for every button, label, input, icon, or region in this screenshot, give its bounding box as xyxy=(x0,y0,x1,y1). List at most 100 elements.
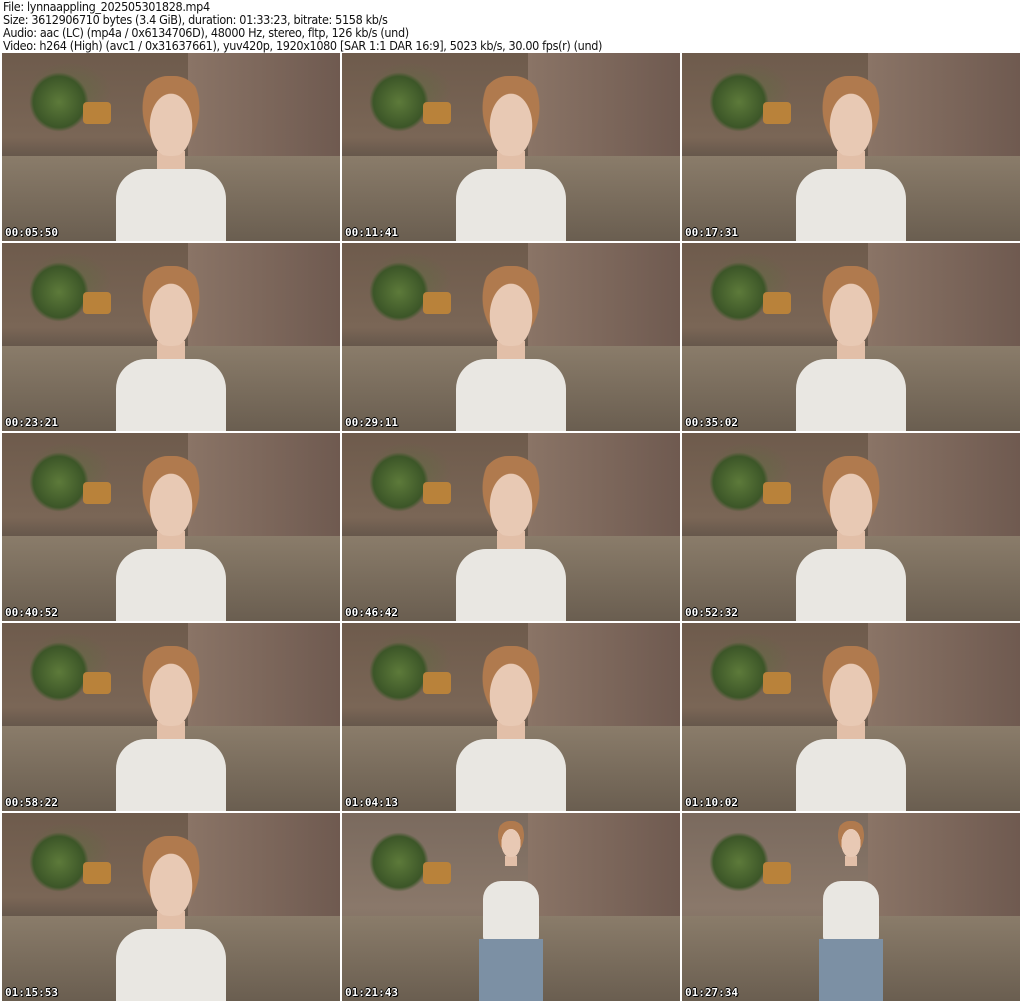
person-head xyxy=(478,75,544,156)
person-head xyxy=(818,455,884,536)
white-tank-top xyxy=(796,169,906,241)
background-wall xyxy=(527,433,680,537)
thumbnail-timestamp: 01:21:43 xyxy=(345,986,398,999)
plant-pot xyxy=(83,291,112,314)
video-thumbnail: 01:27:34 xyxy=(682,813,1020,1001)
thumbnail-timestamp: 00:52:32 xyxy=(685,606,738,619)
denim-skirt xyxy=(479,939,543,1001)
white-tank-top xyxy=(116,739,226,811)
plant-pot xyxy=(423,861,452,884)
video-thumbnail: 01:10:02 xyxy=(682,623,1020,811)
person-head xyxy=(818,75,884,156)
background-wall xyxy=(187,623,340,727)
white-tank-top xyxy=(796,549,906,621)
video-info-header: File: lynnaappling_202505301828.mp4 Size… xyxy=(3,0,602,52)
thumbnail-timestamp: 01:10:02 xyxy=(685,796,738,809)
plant-pot xyxy=(763,671,792,694)
plant xyxy=(29,641,90,702)
plant-pot xyxy=(763,101,792,124)
thumbnail-timestamp: 00:23:21 xyxy=(5,416,58,429)
video-line: Video: h264 (High) (avc1 / 0x31637661), … xyxy=(3,38,603,53)
video-thumbnail: 00:11:41 xyxy=(342,53,680,241)
plant xyxy=(709,261,770,322)
person-head xyxy=(836,820,866,857)
plant-pot xyxy=(423,101,452,124)
background-wall xyxy=(867,433,1020,537)
video-thumbnail: 00:52:32 xyxy=(682,433,1020,621)
plant-pot xyxy=(83,481,112,504)
plant-pot xyxy=(763,291,792,314)
video-thumbnail: 00:05:50 xyxy=(2,53,340,241)
background-wall xyxy=(867,623,1020,727)
person-head xyxy=(138,75,204,156)
plant xyxy=(369,641,430,702)
plant xyxy=(709,71,770,132)
plant-pot xyxy=(423,671,452,694)
person-neck xyxy=(505,856,517,867)
background-wall xyxy=(187,813,340,917)
background-wall xyxy=(867,813,1020,917)
video-thumbnail: 00:29:11 xyxy=(342,243,680,431)
white-tank-top xyxy=(456,549,566,621)
thumbnail-timestamp: 00:35:02 xyxy=(685,416,738,429)
plant xyxy=(369,261,430,322)
thumbnail-timestamp: 00:46:42 xyxy=(345,606,398,619)
white-tank-top xyxy=(456,169,566,241)
thumbnail-timestamp: 00:58:22 xyxy=(5,796,58,809)
person-head xyxy=(138,835,204,916)
video-thumbnail: 01:15:53 xyxy=(2,813,340,1001)
white-tank-top xyxy=(116,169,226,241)
video-thumbnail: 01:04:13 xyxy=(342,623,680,811)
background-wall xyxy=(527,53,680,157)
person-neck xyxy=(845,856,857,867)
background-wall xyxy=(867,53,1020,157)
thumbnail-timestamp: 00:05:50 xyxy=(5,226,58,239)
plant-pot xyxy=(763,861,792,884)
person-head xyxy=(818,645,884,726)
white-tank-top xyxy=(483,881,539,941)
plant-pot xyxy=(83,671,112,694)
denim-skirt xyxy=(819,939,883,1001)
background-wall xyxy=(527,243,680,347)
thumbnail-timestamp: 01:15:53 xyxy=(5,986,58,999)
plant xyxy=(369,71,430,132)
video-thumbnail: 00:58:22 xyxy=(2,623,340,811)
plant xyxy=(29,261,90,322)
thumbnail-timestamp: 00:11:41 xyxy=(345,226,398,239)
person-head xyxy=(138,455,204,536)
plant xyxy=(29,451,90,512)
plant-pot xyxy=(423,481,452,504)
thumbnail-timestamp: 01:27:34 xyxy=(685,986,738,999)
person-head xyxy=(478,265,544,346)
plant xyxy=(709,451,770,512)
plant xyxy=(29,71,90,132)
plant xyxy=(709,831,770,892)
thumbnail-grid: 00:05:50 00:11:41 00:17:31 00:23:21 00:29:11… xyxy=(2,53,1020,1001)
thumbnail-timestamp: 00:29:11 xyxy=(345,416,398,429)
plant-pot xyxy=(83,101,112,124)
white-tank-top xyxy=(796,359,906,431)
background-wall xyxy=(527,623,680,727)
plant xyxy=(369,451,430,512)
video-thumbnail: 00:35:02 xyxy=(682,243,1020,431)
white-tank-top xyxy=(456,739,566,811)
white-tank-top xyxy=(796,739,906,811)
video-thumbnail: 00:17:31 xyxy=(682,53,1020,241)
thumbnail-timestamp: 00:17:31 xyxy=(685,226,738,239)
white-tank-top xyxy=(116,929,226,1001)
thumbnail-timestamp: 00:40:52 xyxy=(5,606,58,619)
plant-pot xyxy=(83,861,112,884)
video-thumbnail: 00:23:21 xyxy=(2,243,340,431)
plant-pot xyxy=(423,291,452,314)
plant xyxy=(29,831,90,892)
background-wall xyxy=(187,243,340,347)
video-thumbnail: 01:21:43 xyxy=(342,813,680,1001)
video-thumbnail: 00:46:42 xyxy=(342,433,680,621)
background-wall xyxy=(867,243,1020,347)
background-wall xyxy=(187,53,340,157)
white-tank-top xyxy=(116,359,226,431)
person-head xyxy=(496,820,526,857)
person-head xyxy=(478,455,544,536)
background-wall xyxy=(527,813,680,917)
person-head xyxy=(138,645,204,726)
